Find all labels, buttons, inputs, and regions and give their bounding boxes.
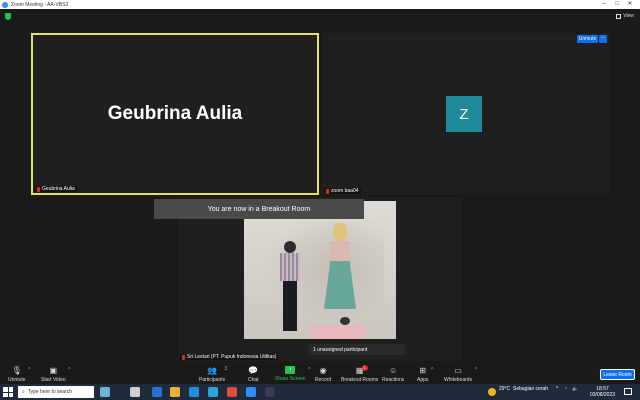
edge-icon[interactable] bbox=[208, 387, 218, 397]
unassigned-participant-notice[interactable]: 1 unassigned participant bbox=[309, 344, 405, 355]
maximize-button[interactable]: □ bbox=[611, 0, 623, 9]
view-label: View bbox=[623, 13, 634, 19]
apps-icon: ⊞ bbox=[419, 366, 427, 375]
search-icon: ⌕ bbox=[22, 389, 25, 395]
weather-text: Sebagian cerah bbox=[513, 386, 549, 392]
name-text: Geubrina Aulia bbox=[42, 186, 75, 192]
tile-more-button[interactable]: ··· bbox=[599, 35, 607, 43]
video-camera-icon: ▣ bbox=[49, 366, 58, 375]
share-screen-button[interactable]: ↑ Share Screen ^ bbox=[275, 366, 311, 382]
minimize-button[interactable]: – bbox=[598, 0, 610, 9]
mic-muted-icon bbox=[37, 186, 40, 192]
video-tile-geubrina[interactable]: Geubrina Aulia Geubrina Aulia bbox=[31, 33, 319, 195]
mic-muted-icon bbox=[326, 188, 329, 194]
whiteboard-icon: ▭ bbox=[454, 366, 462, 375]
meeting-top-strip: View bbox=[0, 9, 640, 25]
unmute-button[interactable]: 🎙 Unmute ^ bbox=[8, 366, 31, 383]
app-icon[interactable] bbox=[265, 387, 275, 397]
participant-name-label: zoom baa04 bbox=[324, 188, 361, 194]
reactions-button[interactable]: ☺ Reactions bbox=[382, 366, 404, 383]
breakout-rooms-label: Breakout Rooms bbox=[341, 377, 379, 383]
notification-icon[interactable] bbox=[624, 388, 632, 395]
windows-taskbar: ⌕ Type here to search 29°C Sebagian cera… bbox=[0, 384, 640, 400]
zoom-window: Zoom Meeting - AA-VBS3 – □ ✕ View Geubri… bbox=[0, 0, 640, 400]
record-label: Record bbox=[315, 377, 332, 383]
participant-big-name: Geubrina Aulia bbox=[107, 103, 243, 124]
temperature: 29°C bbox=[499, 386, 511, 392]
chrome-icon[interactable] bbox=[227, 387, 237, 397]
leave-room-button[interactable]: Leave Room bbox=[600, 369, 635, 380]
start-video-label: Start Video bbox=[41, 377, 66, 383]
avatar: Z bbox=[446, 96, 482, 132]
view-button[interactable]: View bbox=[616, 13, 634, 19]
apps-button[interactable]: ⊞ Apps ^ bbox=[417, 366, 433, 383]
chat-button[interactable]: 💬 Chat bbox=[248, 366, 259, 383]
unmute-label: Unmute bbox=[8, 377, 26, 383]
chat-label: Chat bbox=[248, 377, 259, 383]
participants-icon: 👥 bbox=[207, 366, 218, 375]
window-title: Zoom Meeting - AA-VBS3 bbox=[11, 1, 69, 8]
statue-figure bbox=[320, 219, 362, 324]
weather-icon bbox=[488, 388, 496, 396]
news-widget-icon[interactable] bbox=[100, 387, 110, 397]
chevron-up-icon[interactable]: ^ bbox=[431, 367, 433, 373]
network-icon[interactable]: ◔ bbox=[564, 386, 567, 392]
volume-icon[interactable]: 🔈 bbox=[572, 386, 578, 392]
breakout-badge: 1 bbox=[361, 365, 368, 371]
meeting-toolbar: 🎙 Unmute ^ ▣ Start Video ^ 👥 Participant… bbox=[0, 364, 640, 384]
breakout-rooms-button[interactable]: ▦ 1 Breakout Rooms bbox=[341, 365, 379, 383]
tile-unmute-button[interactable]: Unmute bbox=[577, 35, 598, 43]
record-icon: ◉ bbox=[319, 366, 327, 375]
app-icon[interactable] bbox=[152, 387, 162, 397]
clock-date: 03/08/2023 bbox=[590, 392, 616, 398]
chevron-up-icon[interactable]: ^ bbox=[68, 367, 70, 373]
start-video-button[interactable]: ▣ Start Video ^ bbox=[41, 366, 71, 383]
participants-button[interactable]: 👥 Participants 3 bbox=[199, 366, 228, 383]
mail-icon[interactable] bbox=[189, 387, 199, 397]
participant-video-image bbox=[244, 201, 396, 339]
share-screen-icon: ↑ bbox=[285, 366, 296, 374]
breakout-rooms-icon: ▦ 1 bbox=[355, 365, 368, 375]
tray-chevron-icon[interactable]: ^ bbox=[556, 386, 558, 392]
participants-label: Participants bbox=[199, 377, 226, 383]
zoom-taskbar-icon[interactable] bbox=[246, 387, 256, 397]
chat-icon: 💬 bbox=[248, 366, 259, 375]
video-tile-zoom[interactable]: Z zoom baa04 bbox=[322, 33, 610, 195]
clock[interactable]: 18:57 03/08/2023 bbox=[590, 386, 615, 398]
security-shield-icon[interactable] bbox=[5, 13, 11, 20]
apps-label: Apps bbox=[417, 377, 429, 383]
share-screen-label: Share Screen bbox=[275, 376, 306, 382]
zoom-logo-icon bbox=[2, 1, 8, 8]
video-tile-sri[interactable]: Sri Lestari (PT. Pupuk Indonesia Utilita… bbox=[178, 197, 462, 361]
smiley-icon: ☺ bbox=[389, 366, 398, 375]
mic-icon: 🎙 bbox=[11, 366, 22, 375]
reactions-label: Reactions bbox=[382, 377, 405, 383]
name-text: zoom baa04 bbox=[331, 188, 359, 194]
file-explorer-icon[interactable] bbox=[170, 387, 180, 397]
chevron-up-icon[interactable]: ^ bbox=[28, 367, 30, 373]
chevron-up-icon[interactable]: ^ bbox=[308, 367, 310, 373]
taskbar-search-input[interactable]: ⌕ Type here to search bbox=[18, 386, 94, 398]
chevron-up-icon[interactable]: ^ bbox=[475, 367, 477, 373]
title-bar: Zoom Meeting - AA-VBS3 – □ ✕ bbox=[0, 0, 640, 9]
whiteboards-button[interactable]: ▭ Whiteboards ^ bbox=[444, 366, 477, 383]
breakout-room-notice: You are now in a Breakout Room bbox=[154, 199, 364, 219]
record-button[interactable]: ◉ Record bbox=[315, 366, 331, 383]
windows-start-icon[interactable] bbox=[3, 387, 13, 397]
name-text: Sri Lestari (PT. Pupuk Indonesia Utilita… bbox=[187, 354, 277, 360]
close-button[interactable]: ✕ bbox=[624, 0, 636, 9]
grid-icon bbox=[616, 13, 622, 19]
person-figure bbox=[278, 241, 302, 339]
search-placeholder: Type here to search bbox=[27, 389, 73, 395]
whiteboards-label: Whiteboards bbox=[444, 377, 473, 383]
participant-name-label: Geubrina Aulia bbox=[35, 186, 77, 192]
participants-count: 3 bbox=[224, 366, 228, 372]
task-view-icon[interactable] bbox=[130, 387, 140, 397]
participant-name-label: Sri Lestari (PT. Pupuk Indonesia Utilita… bbox=[180, 354, 279, 360]
mic-muted-icon bbox=[182, 354, 185, 360]
